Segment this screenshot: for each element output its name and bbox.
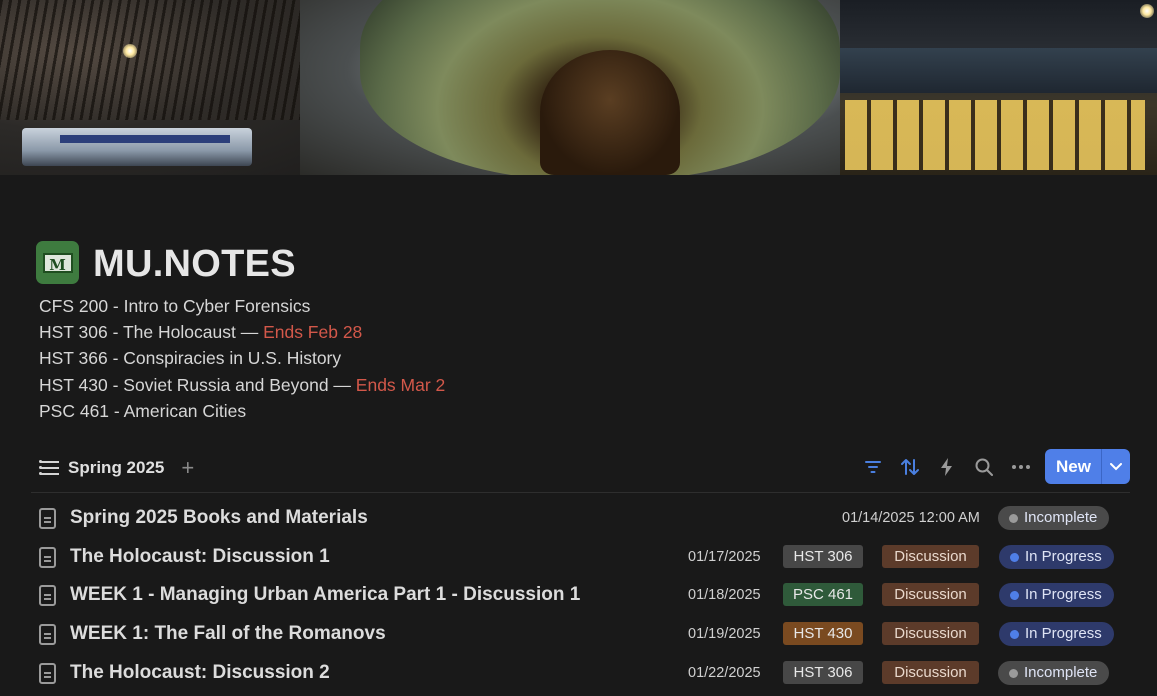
course-list: CFS 200 - Intro to Cyber Forensics HST 30… (39, 293, 445, 424)
type-tag: Discussion (882, 660, 979, 684)
course-line: HST 430 - Soviet Russia and Beyond — End… (39, 372, 445, 398)
status-badge: In Progress (999, 622, 1114, 647)
type-tag: Discussion (882, 583, 979, 607)
status-badge: Incomplete (998, 506, 1110, 530)
cover-image (0, 0, 1157, 175)
new-button-group: New (1045, 449, 1130, 484)
page-title[interactable]: MU.NOTES (93, 241, 296, 287)
row-due-date: 01/17/2025 (688, 548, 761, 565)
course-name: HST 306 - The Holocaust (39, 322, 236, 343)
cover-sculpture-opening (540, 50, 680, 175)
cover-van-stripe (60, 135, 230, 143)
divider (31, 492, 1130, 493)
row-title[interactable]: The Holocaust: Discussion 2 (70, 662, 330, 684)
view-bar: Spring 2025 + (39, 450, 194, 486)
list-view-icon (39, 460, 59, 475)
row-due-date: 01/14/2025 12:00 AM (842, 510, 980, 526)
cover-building-roof (840, 48, 1157, 93)
list-item[interactable]: WEEK 1 - Managing Urban America Part 1 -… (31, 577, 1130, 616)
row-due-date: 01/22/2025 (688, 664, 761, 681)
list-item[interactable]: The Holocaust: Discussion 2 01/22/2025 HST… (31, 655, 1130, 694)
row-due-date: 01/19/2025 (688, 626, 761, 643)
course-line: CFS 200 - Intro to Cyber Forensics (39, 293, 445, 319)
row-title[interactable]: Spring 2025 Books and Materials (70, 507, 368, 529)
document-icon (39, 662, 56, 684)
type-tag: Discussion (882, 544, 979, 568)
list-item[interactable]: Spring 2025 Books and Materials 01/14/202… (31, 500, 1130, 539)
course-tag: HST 430 (783, 622, 863, 646)
document-icon (39, 508, 56, 529)
course-tag: HST 306 (783, 544, 863, 568)
view-tab-spring-2025[interactable]: Spring 2025 (39, 458, 165, 478)
document-icon (39, 546, 56, 568)
more-icon[interactable] (1002, 452, 1039, 482)
course-line: HST 306 - The Holocaust — Ends Feb 28 (39, 319, 445, 345)
sort-icon[interactable] (891, 452, 928, 482)
cover-lamp (123, 44, 137, 58)
course-name: PSC 461 - American Cities (39, 400, 247, 421)
logo-mark: M (42, 252, 73, 274)
row-title[interactable]: The Holocaust: Discussion 1 (70, 546, 330, 568)
document-icon (39, 585, 56, 607)
course-line: PSC 461 - American Cities (39, 398, 445, 424)
lightning-icon[interactable] (928, 452, 965, 482)
cover-building-windows (845, 100, 1145, 170)
course-name: HST 430 - Soviet Russia and Beyond (39, 374, 329, 395)
course-tag: HST 306 (783, 660, 863, 684)
course-end-date: Ends Feb 28 (263, 322, 363, 343)
new-button[interactable]: New (1045, 449, 1101, 484)
list-item[interactable]: WEEK 1: The Fall of the Romanovs 01/19/20… (31, 616, 1130, 655)
database-toolbar: New (854, 449, 1130, 484)
document-icon (39, 624, 56, 646)
row-title[interactable]: WEEK 1: The Fall of the Romanovs (70, 623, 386, 645)
course-separator: — (235, 322, 264, 343)
list-item[interactable]: The Holocaust: Discussion 1 01/17/2025 HST… (31, 539, 1130, 578)
course-name: CFS 200 - Intro to Cyber Forensics (39, 296, 311, 316)
course-separator: — (328, 374, 356, 395)
chevron-down-icon[interactable] (1101, 449, 1130, 484)
status-badge: Incomplete (998, 660, 1110, 685)
database-list: Spring 2025 Books and Materials 01/14/202… (31, 500, 1130, 693)
cover-lamp (1140, 4, 1154, 18)
row-due-date: 01/18/2025 (688, 587, 761, 604)
course-tag: PSC 461 (783, 583, 863, 607)
filter-icon[interactable] (854, 452, 891, 482)
course-name: HST 366 - Conspiracies in U.S. History (39, 348, 342, 369)
status-badge: In Progress (999, 544, 1114, 569)
type-tag: Discussion (882, 622, 979, 646)
course-line: HST 366 - Conspiracies in U.S. History (39, 345, 445, 371)
search-icon[interactable] (965, 452, 1002, 482)
course-end-date: Ends Mar 2 (355, 374, 446, 395)
cover-van (22, 128, 252, 166)
view-tab-label: Spring 2025 (68, 458, 165, 477)
status-badge: In Progress (999, 583, 1114, 608)
row-title[interactable]: WEEK 1 - Managing Urban America Part 1 -… (70, 584, 580, 606)
marshall-m-logo-icon[interactable]: M (36, 241, 79, 284)
plus-icon[interactable]: + (181, 457, 194, 479)
